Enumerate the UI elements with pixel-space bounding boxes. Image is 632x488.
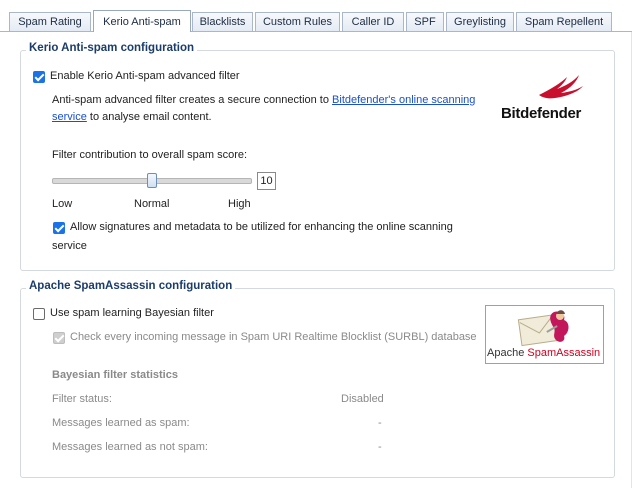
- kerio-description-line1: Anti-spam advanced filter creates a secu…: [52, 94, 475, 106]
- tab-custom-rules[interactable]: Custom Rules: [255, 12, 340, 31]
- kerio-description-line2: service to analyse email content.: [52, 111, 212, 123]
- tab-greylisting[interactable]: Greylisting: [446, 12, 514, 31]
- surbl-checkbox[interactable]: [53, 332, 65, 344]
- learned-not-spam-value: -: [378, 441, 382, 453]
- filter-contribution-label: Filter contribution to overall spam scor…: [52, 149, 248, 161]
- bayesian-filter-checkbox[interactable]: [33, 308, 45, 320]
- spamassassin-logo-brand: SpamAssassin: [527, 347, 601, 359]
- bayesian-filter-label[interactable]: Use spam learning Bayesian filter: [50, 307, 214, 319]
- learned-spam-label: Messages learned as spam:: [52, 417, 190, 429]
- spamassassin-group-legend: Apache SpamAssassin configuration: [26, 280, 236, 292]
- learned-spam-value: -: [378, 417, 382, 429]
- filter-status-label: Filter status:: [52, 393, 112, 405]
- kerio-description-prefix: Anti-spam advanced filter creates a secu…: [52, 94, 333, 106]
- spam-score-slider-thumb[interactable]: [146, 173, 157, 188]
- tab-blacklists[interactable]: Blacklists: [192, 12, 253, 31]
- tab-strip: Spam Rating Kerio Anti-spam Blacklists C…: [0, 0, 632, 32]
- spamassassin-logo: Apache SpamAssassin: [485, 305, 604, 364]
- tab-spam-repellent[interactable]: Spam Repellent: [516, 12, 612, 31]
- spamassassin-logo-apache: Apache: [487, 347, 528, 359]
- kerio-antispam-group: Kerio Anti-spam configuration Enable Ker…: [20, 42, 615, 271]
- allow-signatures-label-line1[interactable]: Allow signatures and metadata to be util…: [70, 221, 453, 233]
- filter-status-value: Disabled: [341, 393, 384, 405]
- spamassassin-logo-text: Apache SpamAssassin: [487, 347, 600, 359]
- enable-kerio-filter-checkbox[interactable]: [33, 71, 45, 83]
- bayesian-stats-title: Bayesian filter statistics: [52, 369, 178, 381]
- surbl-label[interactable]: Check every incoming message in Spam URI…: [70, 331, 477, 343]
- tab-spf[interactable]: SPF: [406, 12, 444, 31]
- scale-low-label: Low: [52, 198, 73, 210]
- enable-kerio-filter-label[interactable]: Enable Kerio Anti-spam advanced filter: [50, 70, 240, 82]
- bitdefender-logo-text: Bitdefender: [501, 105, 582, 122]
- scale-normal-label: Normal: [134, 198, 170, 210]
- allow-signatures-checkbox[interactable]: [53, 222, 65, 234]
- bitdefender-link[interactable]: Bitdefender's online scanning: [332, 94, 475, 106]
- tab-caller-id[interactable]: Caller ID: [342, 12, 404, 31]
- learned-not-spam-label: Messages learned as not spam:: [52, 441, 208, 453]
- bitdefender-link-continued[interactable]: service: [52, 111, 87, 123]
- allow-signatures-label-line2[interactable]: service: [52, 240, 87, 252]
- kerio-description-suffix: to analyse email content.: [86, 111, 212, 123]
- kerio-group-legend: Kerio Anti-spam configuration: [26, 42, 198, 54]
- scale-high-label: High: [228, 198, 251, 210]
- spam-score-value-box[interactable]: 10: [257, 172, 276, 190]
- tab-spam-rating[interactable]: Spam Rating: [9, 12, 91, 31]
- spamassassin-group: Apache SpamAssassin configuration Use sp…: [20, 280, 615, 478]
- tab-kerio-anti-spam[interactable]: Kerio Anti-spam: [93, 10, 191, 32]
- bitdefender-logo: Bitdefender: [499, 71, 591, 123]
